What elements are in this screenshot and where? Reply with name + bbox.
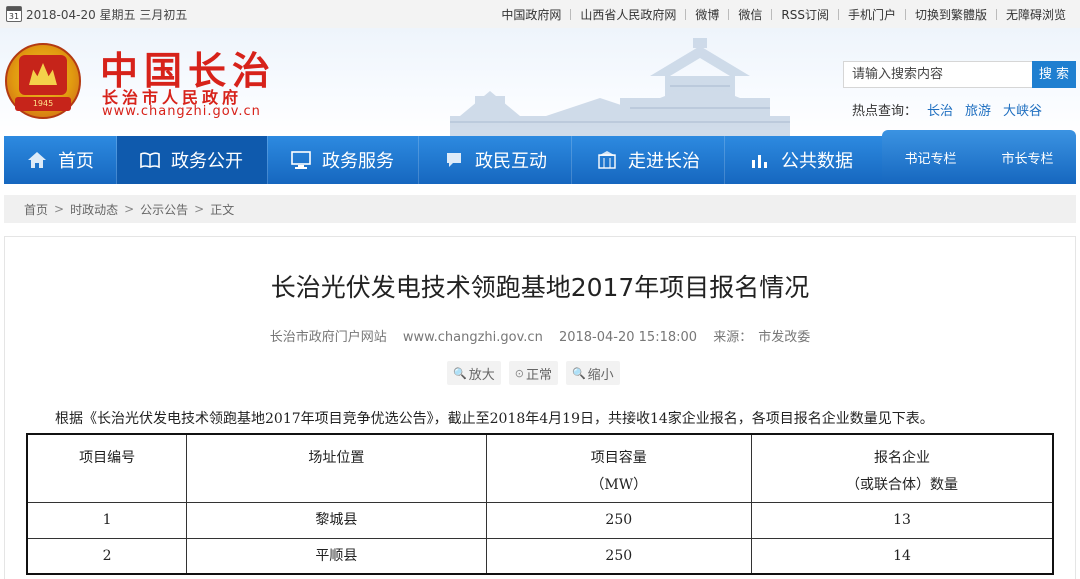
zoom-in-label: 放大	[468, 367, 495, 383]
cell-capacity: 250	[485, 501, 753, 539]
nav-item-home[interactable]: 首页	[4, 136, 116, 184]
header-capacity: 项目容量 （MW）	[485, 433, 753, 503]
date-display: 31 2018-04-20 星期五 三月初五	[6, 4, 187, 24]
ancient-architecture-illustration	[450, 38, 790, 136]
link-mobile[interactable]: 手机门户	[848, 6, 896, 23]
link-divider	[685, 8, 687, 20]
link-divider	[995, 8, 997, 20]
breadcrumb-news[interactable]: 时政动态	[70, 201, 118, 218]
link-traditional[interactable]: 切换到繁體版	[915, 6, 987, 23]
date-text: 2018-04-20 星期五 三月初五	[26, 7, 188, 22]
monitor-icon	[291, 151, 311, 169]
site-url: www.changzhi.gov.cn	[102, 104, 261, 119]
chat-icon	[447, 153, 461, 167]
zoom-normal-button[interactable]: ⊙ 正常	[508, 361, 558, 385]
nav-item-public-data[interactable]: 公共数据	[725, 136, 877, 184]
nav-label: 政民互动	[475, 151, 547, 172]
breadcrumb-home[interactable]: 首页	[24, 201, 48, 218]
cell-site-location: 黎城县	[186, 501, 487, 539]
article-intro: 根据《长治光伏发电技术领跑基地2017年项目竞争优选公告》，截止至2018年4月…	[55, 411, 934, 427]
search-input[interactable]: 请输入搜索内容	[843, 61, 1033, 88]
zoom-out-icon: 🔍	[571, 366, 586, 380]
cell-site-location: 平顺县	[186, 537, 487, 575]
hot-link-canyon[interactable]: 大峡谷	[1003, 100, 1042, 119]
nav-label: 政务服务	[322, 151, 394, 172]
cell-enterprise-count: 13	[751, 501, 1054, 539]
hot-search: 热点查询： 长治 旅游 大峡谷	[852, 100, 1054, 119]
emblem-ribbon: 1945	[15, 97, 71, 111]
main-nav: 首页 政务公开 政务服务 政民互动 走进长治 公共数据 书记专栏 市长专栏	[4, 130, 1076, 184]
cell-enterprise-count: 14	[751, 537, 1054, 575]
hot-search-label: 热点查询：	[852, 104, 918, 119]
nav-item-gov-services[interactable]: 政务服务	[268, 136, 418, 184]
reset-icon: ⊙	[514, 366, 524, 380]
meta-url: www.changzhi.gov.cn	[402, 330, 543, 345]
meta-datetime: 2018-04-20 15:18:00	[558, 330, 698, 345]
book-icon	[140, 152, 160, 169]
link-divider	[771, 8, 773, 20]
breadcrumb-separator: >	[54, 202, 65, 216]
link-gov-cn[interactable]: 中国政府网	[501, 6, 561, 23]
home-icon	[28, 152, 46, 168]
breadcrumb-current: 正文	[210, 202, 235, 217]
link-divider	[904, 8, 906, 20]
site-header: 1945 中国长治 长治市人民政府 www.changzhi.gov.cn 请输…	[0, 28, 1080, 136]
zoom-out-label: 缩小	[587, 367, 614, 383]
header-enterprise-count: 报名企业 （或联合体）数量	[751, 433, 1054, 503]
zoom-in-icon: 🔍	[453, 366, 467, 380]
search-button[interactable]: 搜 索	[1032, 61, 1076, 88]
city-emblem-logo[interactable]: 1945	[5, 43, 81, 119]
cell-project-no: 2	[26, 537, 188, 575]
top-links: 中国政府网 山西省人民政府网 微博 微信 RSS订阅 手机门户 切换到繁體版 无…	[501, 4, 1066, 24]
nav-label: 公共数据	[781, 151, 853, 172]
building-icon	[598, 151, 616, 169]
nav-label: 政务公开	[171, 151, 243, 172]
hot-link-tourism[interactable]: 旅游	[965, 100, 991, 119]
link-weibo[interactable]: 微博	[695, 6, 719, 23]
nav-label: 走进长治	[628, 151, 700, 172]
article-meta: 长治市政府门户网站 www.changzhi.gov.cn 2018-04-20…	[0, 326, 1080, 345]
breadcrumb-notices[interactable]: 公示公告	[140, 201, 188, 218]
link-wechat[interactable]: 微信	[738, 6, 762, 23]
top-utility-bar: 31 2018-04-20 星期五 三月初五 中国政府网 山西省人民政府网 微博…	[0, 0, 1080, 28]
zoom-normal-label: 正常	[525, 367, 552, 383]
nav-special-columns: 书记专栏 市长专栏	[882, 130, 1076, 184]
link-divider	[837, 8, 839, 20]
mayor-column-button[interactable]: 市长专栏	[1001, 148, 1053, 167]
meta-source-value: 市发改委	[758, 330, 811, 345]
zoom-out-button[interactable]: 🔍 缩小	[565, 361, 620, 385]
link-accessibility[interactable]: 无障碍浏览	[1006, 6, 1066, 23]
registration-table: 项目编号 场址位置 项目容量 （MW） 报名企业 （或联合体）数量 1 黎城县 25…	[26, 433, 1054, 575]
header-project-no: 项目编号	[26, 433, 188, 503]
table-row: 1 黎城县 250 13	[26, 501, 1054, 539]
breadcrumb-separator: >	[194, 202, 205, 216]
cell-project-no: 1	[26, 501, 188, 539]
nav-item-explore-city[interactable]: 走进长治	[572, 136, 724, 184]
cell-capacity: 250	[485, 537, 753, 575]
meta-source: 来源： 市发改委	[713, 330, 810, 345]
article-title: 长治光伏发电技术领跑基地2017年项目报名情况	[270, 273, 810, 302]
emblem-gate	[19, 55, 67, 95]
hot-link-changzhi[interactable]: 长治	[927, 100, 953, 119]
font-size-controls: 🔍 放大 ⊙ 正常 🔍 缩小	[447, 361, 628, 385]
link-rss[interactable]: RSS订阅	[781, 6, 829, 23]
table-row: 2 平顺县 250 14	[26, 537, 1054, 575]
meta-source-label: 来源：	[713, 330, 753, 345]
secretary-column-button[interactable]: 书记专栏	[904, 148, 956, 167]
table-header-row: 项目编号 场址位置 项目容量 （MW） 报名企业 （或联合体）数量	[26, 433, 1054, 503]
breadcrumb: 首页 > 时政动态 > 公示公告 > 正文	[4, 195, 1076, 223]
link-shanxi-gov[interactable]: 山西省人民政府网	[580, 6, 676, 23]
nav-label: 首页	[58, 151, 94, 172]
link-divider	[570, 8, 572, 20]
link-divider	[728, 8, 730, 20]
nav-item-interaction[interactable]: 政民互动	[419, 136, 571, 184]
breadcrumb-separator: >	[124, 202, 135, 216]
meta-source-site: 长治市政府门户网站	[269, 330, 387, 345]
header-site-location: 场址位置	[186, 433, 487, 503]
bar-chart-icon	[752, 155, 767, 168]
nav-item-gov-affairs[interactable]: 政务公开	[117, 136, 267, 184]
calendar-icon: 31	[6, 6, 22, 22]
zoom-in-button[interactable]: 🔍 放大	[447, 361, 501, 385]
